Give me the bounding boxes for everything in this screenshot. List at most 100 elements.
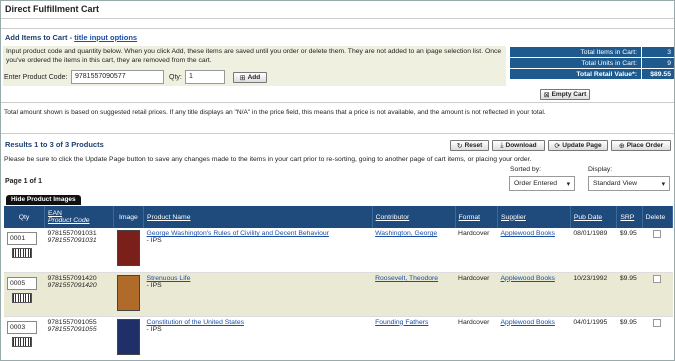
divider bbox=[1, 133, 674, 134]
image-cell bbox=[113, 228, 144, 273]
name-cell: George Washington's Rules of Civility an… bbox=[143, 228, 373, 273]
row-qty-input[interactable]: 0001 bbox=[7, 232, 37, 245]
row-product-code: 9781557091055 bbox=[47, 325, 97, 333]
col-contributor-label: Contributor bbox=[375, 213, 410, 221]
divider bbox=[1, 28, 674, 29]
row-product-code: 9781557091031 bbox=[47, 237, 97, 244]
contributor-cell: Washington, George bbox=[372, 228, 456, 273]
row-qty-input[interactable]: 0005 bbox=[7, 276, 37, 290]
book-cover-image[interactable] bbox=[116, 318, 140, 355]
row-contributor[interactable]: Washington, George bbox=[375, 230, 437, 237]
chevron-down-icon: ▾ bbox=[661, 180, 665, 188]
update-page-button[interactable]: ⟳ Update Page bbox=[548, 140, 608, 151]
row-pub-date: 10/23/1992 bbox=[570, 272, 617, 317]
name-cell: Strenuous Life - IPS bbox=[143, 272, 373, 317]
row-product-sub: - IPS bbox=[146, 237, 162, 244]
col-image: Image bbox=[113, 206, 145, 228]
title-input-options-link[interactable]: title input options bbox=[74, 33, 137, 42]
row-supplier[interactable]: Applewood Books bbox=[501, 319, 555, 326]
col-format[interactable]: Format bbox=[455, 206, 499, 228]
contributor-cell: Founding Fathers bbox=[372, 316, 456, 360]
row-srp: $9.95 bbox=[616, 228, 643, 273]
total-units-row: Total Units in Cart: 9 bbox=[510, 58, 674, 69]
row-contributor[interactable]: Roosevelt, Theodore bbox=[375, 275, 438, 282]
col-supplier-label: Supplier bbox=[501, 213, 526, 221]
delete-cell bbox=[642, 316, 673, 360]
ean-cell: 9781557091420 9781557091420 bbox=[44, 272, 114, 317]
download-label: Download bbox=[505, 142, 537, 149]
update-warning: Please be sure to click the Update Page … bbox=[4, 156, 532, 163]
table-row: 0003 9781557091055 9781557091055 Constit… bbox=[4, 316, 673, 360]
barcode-icon bbox=[12, 336, 32, 347]
col-srp[interactable]: SRP bbox=[616, 206, 643, 228]
col-product-name[interactable]: Product Name bbox=[143, 206, 373, 228]
empty-cart-button[interactable]: ⊠ Empty Cart bbox=[540, 89, 590, 100]
add-items-heading: Add Items to Cart - title input options bbox=[5, 33, 137, 42]
sort-select[interactable]: Order Entered ▾ bbox=[509, 176, 575, 191]
chevron-down-icon: ▾ bbox=[566, 180, 570, 188]
product-code-label: Enter Product Code: bbox=[4, 74, 68, 81]
row-ean: 9781557091055 bbox=[47, 318, 97, 326]
total-retail-label: Total Retail Value*: bbox=[510, 69, 642, 79]
download-icon: ⤓ bbox=[500, 141, 504, 149]
download-button[interactable]: ⤓ Download bbox=[492, 140, 545, 151]
page-indicator: Page 1 of 1 bbox=[5, 178, 42, 185]
reset-button[interactable]: ↻ Reset bbox=[450, 140, 489, 151]
col-ean[interactable]: EAN Product Code bbox=[44, 206, 114, 228]
col-qty: Qty bbox=[4, 206, 45, 228]
qty-label: Qty: bbox=[169, 74, 182, 81]
row-format: Hardcover bbox=[455, 272, 498, 317]
row-qty-input[interactable]: 0003 bbox=[7, 320, 37, 334]
row-ean: 9781557091031 bbox=[47, 230, 97, 237]
place-order-button[interactable]: ⊕ Place Order bbox=[611, 140, 671, 151]
product-code-input[interactable]: 9781557090577 bbox=[71, 70, 164, 84]
divider bbox=[1, 102, 674, 103]
qty-input[interactable]: 1 bbox=[185, 70, 225, 84]
col-product-code-label: Product Code bbox=[47, 217, 90, 224]
col-format-label: Format bbox=[458, 213, 481, 221]
hide-images-tab[interactable]: Hide Product Images bbox=[6, 195, 81, 205]
total-items-row: Total Items in Cart: 3 bbox=[510, 47, 674, 58]
row-supplier[interactable]: Applewood Books bbox=[501, 230, 555, 237]
cart-page: Direct Fulfillment Cart Add Items to Car… bbox=[0, 0, 675, 361]
row-product-sub: - IPS bbox=[146, 281, 162, 289]
row-contributor[interactable]: Founding Fathers bbox=[375, 319, 428, 326]
empty-cart-icon: ⊠ bbox=[543, 91, 550, 99]
qty-cell: 0003 bbox=[4, 316, 45, 360]
delete-checkbox[interactable] bbox=[653, 318, 662, 327]
cart-totals: Total Items in Cart: 3 Total Units in Car… bbox=[510, 47, 674, 80]
col-pub-date[interactable]: Pub Date bbox=[570, 206, 618, 228]
add-button-label: Add bbox=[247, 74, 261, 81]
total-retail-row: Total Retail Value*: $89.55 bbox=[510, 69, 674, 80]
col-contributor[interactable]: Contributor bbox=[372, 206, 456, 228]
empty-cart-label: Empty Cart bbox=[551, 91, 587, 98]
col-srp-label: SRP bbox=[620, 213, 635, 221]
total-units-label: Total Units in Cart: bbox=[510, 58, 642, 68]
display-select[interactable]: Standard View ▾ bbox=[588, 176, 670, 191]
barcode-icon bbox=[12, 248, 32, 258]
table-row: 0005 9781557091420 9781557091420 Strenuo… bbox=[4, 272, 673, 317]
place-order-label: Place Order bbox=[626, 142, 664, 149]
ean-cell: 9781557091031 9781557091031 bbox=[44, 228, 114, 273]
book-cover-image[interactable] bbox=[116, 274, 140, 311]
delete-checkbox[interactable] bbox=[653, 274, 662, 283]
row-product-name[interactable]: George Washington's Rules of Civility an… bbox=[147, 230, 370, 237]
col-product-name-label: Product Name bbox=[147, 213, 191, 221]
delete-checkbox[interactable] bbox=[653, 230, 662, 238]
ean-cell: 9781557091055 9781557091055 bbox=[44, 316, 114, 360]
row-product-name[interactable]: Strenuous Life bbox=[147, 275, 370, 282]
row-srp: $9.95 bbox=[616, 316, 643, 360]
row-format: Hardcover bbox=[455, 316, 498, 360]
divider bbox=[1, 18, 674, 19]
qty-cell: 0001 bbox=[4, 228, 45, 273]
book-cover-image[interactable] bbox=[116, 230, 140, 266]
col-ean-label: EAN bbox=[47, 210, 62, 217]
supplier-cell: Applewood Books bbox=[497, 272, 571, 317]
add-icon: ⊞ bbox=[239, 74, 246, 82]
update-page-label: Update Page bbox=[562, 142, 602, 149]
col-supplier[interactable]: Supplier bbox=[497, 206, 571, 228]
supplier-cell: Applewood Books bbox=[497, 316, 571, 360]
row-supplier[interactable]: Applewood Books bbox=[501, 275, 555, 282]
row-product-name[interactable]: Constitution of the United States bbox=[147, 319, 370, 326]
add-button[interactable]: ⊞ Add bbox=[233, 72, 267, 83]
